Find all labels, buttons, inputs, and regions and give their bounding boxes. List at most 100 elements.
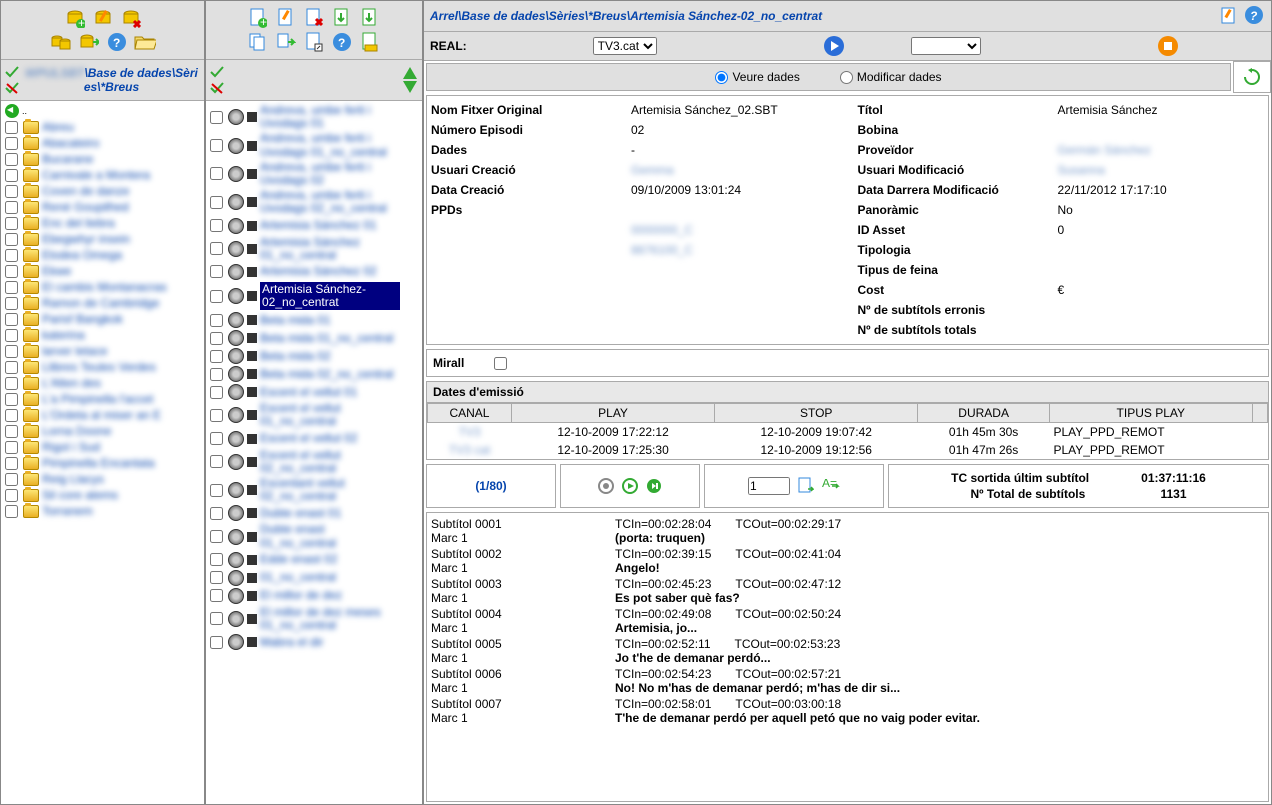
back-node[interactable]: .. <box>3 103 202 119</box>
item-label[interactable]: Beta mida 02_no_central <box>260 368 393 381</box>
folder-checkbox[interactable] <box>5 313 18 326</box>
item-node[interactable]: Beta mida 02_no_central <box>208 365 420 383</box>
item-checkbox[interactable] <box>210 242 223 255</box>
item-node[interactable]: Andreva, umbe ferti i Uvodags 02 <box>208 160 420 188</box>
item-node[interactable]: Artemisia Sánchez 02 <box>208 263 420 281</box>
doc-link-icon[interactable] <box>303 31 325 53</box>
item-node[interactable]: El millor de dez meses 01_no_central <box>208 605 420 633</box>
folder-checkbox[interactable] <box>5 457 18 470</box>
edit-data-radio[interactable]: Modificar dades <box>840 70 942 84</box>
play-small-icon[interactable] <box>622 478 638 494</box>
item-node[interactable]: 01_no_central <box>208 569 420 587</box>
item-label[interactable]: Escent el vellut 01 <box>260 386 357 399</box>
emis-row[interactable]: TV312-10-2009 17:22:1212-10-2009 19:07:4… <box>428 423 1268 442</box>
help2-icon[interactable]: ? <box>331 31 353 53</box>
folder-node[interactable]: Enc del liebra <box>3 215 202 231</box>
folder-tree[interactable]: .. AbreuAbacateiroBucaraneCarnivale a Mo… <box>1 101 204 804</box>
folder-label[interactable]: Llibres Teules Verdes <box>42 360 156 374</box>
stop-icon[interactable] <box>1157 35 1179 57</box>
item-node[interactable]: Artemisia Sánchez 01 <box>208 217 420 235</box>
subtitle-entry[interactable]: Subtítol 0006TCIn=00:02:54:23TCOut=00:02… <box>431 667 1264 695</box>
folder-node[interactable]: Rigol i Sud <box>3 439 202 455</box>
next-icon[interactable] <box>646 478 662 494</box>
item-node[interactable]: Artemisia Sánchez 01_no_central <box>208 235 420 263</box>
folder-label[interactable]: Torranem <box>42 504 93 518</box>
folder-node[interactable]: El cambis Montanacras <box>3 279 202 295</box>
item-label[interactable]: Mabra el dir <box>260 636 323 649</box>
item-label[interactable]: Andreva, umbe ferti i Uvodags 01 <box>260 104 400 130</box>
folder-node[interactable]: René Goupilhed <box>3 199 202 215</box>
subtitle-entry[interactable]: Subtítol 0003TCIn=00:02:45:23TCOut=00:02… <box>431 577 1264 605</box>
folder-checkbox[interactable] <box>5 393 18 406</box>
item-node[interactable]: Beta mida 01 <box>208 311 420 329</box>
item-label[interactable]: Dubte enast 01_no_central <box>260 523 400 549</box>
folder-node[interactable]: L'a Pimpinella l'accet <box>3 391 202 407</box>
folder-checkbox[interactable] <box>5 489 18 502</box>
folder-checkbox[interactable] <box>5 265 18 278</box>
folder-label[interactable]: Enc del liebra <box>42 216 115 230</box>
folder-node[interactable]: Reig Llacys <box>3 471 202 487</box>
folder-checkbox[interactable] <box>5 297 18 310</box>
folder-label[interactable]: El cambis Montanacras <box>42 280 167 294</box>
item-label[interactable]: Escentant vellut 02_no_central <box>260 477 400 503</box>
uncheck-all-icon[interactable] <box>5 82 19 94</box>
rec-icon[interactable] <box>598 478 614 494</box>
folder-node[interactable]: larver letace <box>3 343 202 359</box>
item-label[interactable]: Andreva, umbe ferti i Uvodags 01_no_cent… <box>260 132 400 158</box>
item-label[interactable]: Escent el vellut 01_no_central <box>260 402 400 428</box>
db-delete-icon[interactable] <box>120 7 142 29</box>
folder-node[interactable]: L'Ordeta al miser an E <box>3 407 202 423</box>
folder-checkbox[interactable] <box>5 121 18 134</box>
item-node[interactable]: Escentant vellut 02_no_central <box>208 476 420 504</box>
item-node[interactable]: Beta mida 01_no_central <box>208 329 420 347</box>
item-checkbox[interactable] <box>210 507 223 520</box>
folder-checkbox[interactable] <box>5 281 18 294</box>
folder-label[interactable]: Parisf Bangkok <box>42 312 123 326</box>
folder-node[interactable]: Sil core atems <box>3 487 202 503</box>
subtitle-entry[interactable]: Subtítol 0005TCIn=00:02:52:11TCOut=00:02… <box>431 637 1264 665</box>
item-label[interactable]: Beta mida 01_no_central <box>260 332 393 345</box>
item-label[interactable]: Artemisia Sánchez 01_no_central <box>260 236 400 262</box>
item-checkbox[interactable] <box>210 484 223 497</box>
item-label[interactable]: 01_no_central <box>260 571 336 584</box>
item-label[interactable]: Andreva, umbe ferti i Uvodags 02 <box>260 161 400 187</box>
folder-label[interactable]: Pimpinella Encantata <box>42 456 155 470</box>
item-checkbox[interactable] <box>210 196 223 209</box>
folder-node[interactable]: Parisf Bangkok <box>3 311 202 327</box>
folder-label[interactable]: katerina <box>42 328 85 342</box>
channel-select[interactable]: TV3.cat <box>593 37 657 55</box>
play-icon[interactable] <box>823 35 845 57</box>
folder-label[interactable]: larver letace <box>42 344 107 358</box>
folder-label[interactable]: L'a Pimpinella l'accet <box>42 392 153 406</box>
folder-node[interactable]: Abacateiro <box>3 135 202 151</box>
folder-open-icon[interactable] <box>134 31 156 53</box>
item-list[interactable]: Andreva, umbe ferti i Uvodags 01Andreva,… <box>206 101 422 804</box>
subtitle-entry[interactable]: Subtítol 0004TCIn=00:02:49:08TCOut=00:02… <box>431 607 1264 635</box>
folder-checkbox[interactable] <box>5 137 18 150</box>
item-label[interactable]: Escent el vellut 02_no_central <box>260 449 400 475</box>
folder-label[interactable]: Ramon de Cambridge <box>42 296 159 310</box>
item-checkbox[interactable] <box>210 636 223 649</box>
item-checkbox[interactable] <box>210 350 223 363</box>
mirall-checkbox[interactable] <box>494 357 507 370</box>
goto-abc-icon[interactable]: A= <box>822 479 840 493</box>
item-checkbox[interactable] <box>210 219 223 232</box>
folder-label[interactable]: Ebegwhyr insein <box>42 232 130 246</box>
folder-checkbox[interactable] <box>5 217 18 230</box>
folder-node[interactable]: Llibres Teules Verdes <box>3 359 202 375</box>
doc-save-icon[interactable] <box>359 31 381 53</box>
folder-label[interactable]: Ekwe <box>42 264 71 278</box>
subtitle-entry[interactable]: Subtítol 0002TCIn=00:02:39:15TCOut=00:02… <box>431 547 1264 575</box>
help3-icon[interactable]: ? <box>1243 4 1265 26</box>
folder-node[interactable]: L'Alten des <box>3 375 202 391</box>
folder-checkbox[interactable] <box>5 345 18 358</box>
folder-label[interactable]: L'Alten des <box>42 376 101 390</box>
help-icon[interactable]: ? <box>106 31 128 53</box>
item-checkbox[interactable] <box>210 571 223 584</box>
check-all-icon[interactable] <box>5 66 19 78</box>
folder-node[interactable]: Elodea Omega <box>3 247 202 263</box>
folder-node[interactable]: katerina <box>3 327 202 343</box>
folder-checkbox[interactable] <box>5 425 18 438</box>
goto-input[interactable] <box>748 477 790 495</box>
item-node[interactable]: Escent el vellut 01_no_central <box>208 401 420 429</box>
